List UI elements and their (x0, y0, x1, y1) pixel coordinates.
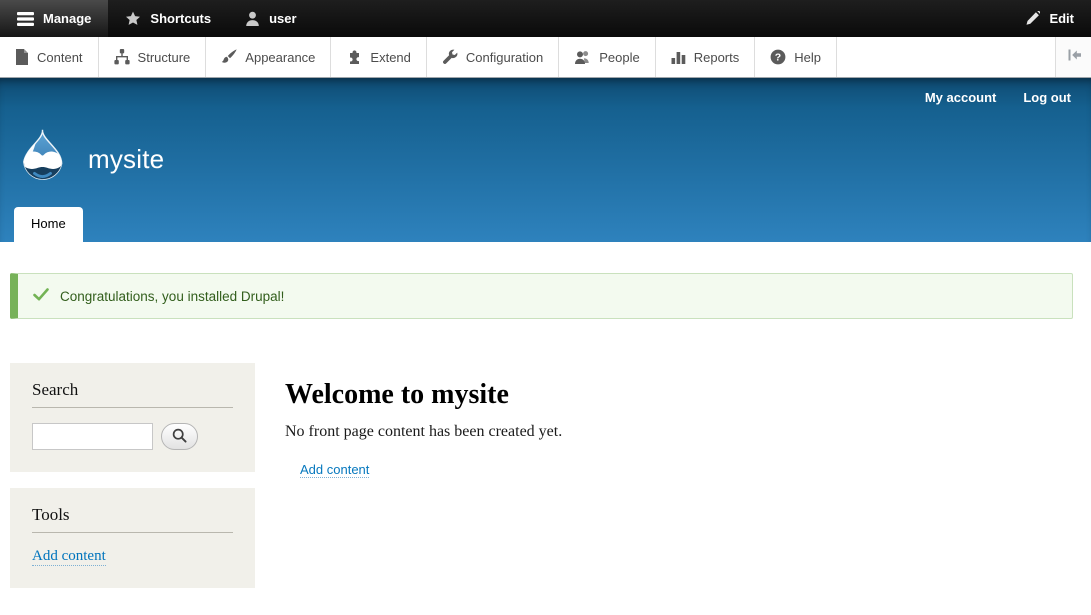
tray-spacer (837, 37, 1055, 77)
appearance-icon (221, 49, 237, 65)
secondary-menu: My account Log out (925, 90, 1071, 105)
tray-item-structure[interactable]: Structure (99, 37, 207, 77)
structure-icon (114, 49, 130, 65)
tray-item-label: Help (794, 50, 821, 65)
search-submit-button[interactable] (161, 423, 198, 450)
tray-item-reports[interactable]: Reports (656, 37, 756, 77)
content-icon (15, 49, 29, 65)
tray-item-label: Reports (694, 50, 740, 65)
tray-item-content[interactable]: Content (0, 37, 99, 77)
status-message-text: Congratulations, you installed Drupal! (60, 289, 284, 304)
toolbar-item-label: Shortcuts (150, 11, 211, 26)
drupal-logo[interactable] (14, 128, 71, 190)
tools-block-title: Tools (32, 505, 233, 525)
collapse-left-icon (1066, 48, 1082, 67)
toolbar-item-manage[interactable]: Manage (0, 0, 108, 37)
tray-item-label: Extend (370, 50, 410, 65)
tray-item-configuration[interactable]: Configuration (427, 37, 559, 77)
tray-item-label: People (599, 50, 639, 65)
primary-tabs: Home (14, 207, 83, 242)
edit-button-label: Edit (1049, 11, 1074, 26)
add-content-link-main[interactable]: Add content (300, 462, 369, 478)
site-name[interactable]: mysite (88, 144, 164, 175)
sidebar-first: Search Tools Add content (10, 363, 255, 588)
item-list: Add content (300, 461, 562, 479)
people-icon (574, 49, 591, 65)
log-out-link[interactable]: Log out (1023, 90, 1071, 105)
search-input[interactable] (32, 423, 153, 450)
status-message: Congratulations, you installed Drupal! (10, 273, 1073, 319)
no-content-text: No front page content has been created y… (285, 423, 562, 441)
my-account-link[interactable]: My account (925, 90, 997, 105)
tray-item-label: Structure (138, 50, 191, 65)
admin-tray: Content Structure Appearance Extend Conf… (0, 37, 1091, 78)
tray-item-label: Configuration (466, 50, 543, 65)
edit-button[interactable]: Edit (1008, 0, 1091, 37)
tray-orientation-toggle[interactable] (1055, 37, 1091, 77)
toolbar-item-user[interactable]: user (228, 0, 313, 37)
admin-toolbar: Manage Shortcuts user Edit (0, 0, 1091, 37)
toolbar-item-shortcuts[interactable]: Shortcuts (108, 0, 228, 37)
search-form (32, 423, 233, 450)
help-icon: ? (770, 49, 786, 65)
user-icon (245, 11, 260, 26)
site-header: My account Log out (0, 78, 1091, 242)
site-branding: mysite (14, 128, 164, 190)
tray-item-appearance[interactable]: Appearance (206, 37, 331, 77)
toolbar-item-label: user (269, 11, 296, 26)
extend-icon (346, 49, 362, 65)
magnifier-icon (172, 428, 187, 446)
tray-item-help[interactable]: ? Help (755, 37, 837, 77)
content-area: Search Tools Add content Welcome to mysi… (0, 363, 1091, 588)
tools-block: Tools Add content (10, 488, 255, 588)
configuration-icon (442, 49, 458, 65)
checkmark-icon (33, 288, 49, 304)
search-block: Search (10, 363, 255, 472)
toolbar-item-label: Manage (43, 11, 91, 26)
reports-icon (671, 49, 686, 65)
tray-item-extend[interactable]: Extend (331, 37, 426, 77)
tray-item-label: Content (37, 50, 83, 65)
tray-item-label: Appearance (245, 50, 315, 65)
block-divider (32, 407, 233, 408)
tab-home[interactable]: Home (14, 207, 83, 242)
search-block-title: Search (32, 380, 233, 400)
svg-text:?: ? (775, 52, 781, 64)
tray-item-people[interactable]: People (559, 37, 655, 77)
main-content: Welcome to mysite No front page content … (285, 363, 562, 479)
star-icon (125, 11, 141, 26)
add-content-link-sidebar[interactable]: Add content (32, 548, 106, 566)
hamburger-icon (17, 12, 34, 26)
block-divider (32, 532, 233, 533)
page-title: Welcome to mysite (285, 379, 562, 411)
pencil-icon (1025, 11, 1040, 26)
